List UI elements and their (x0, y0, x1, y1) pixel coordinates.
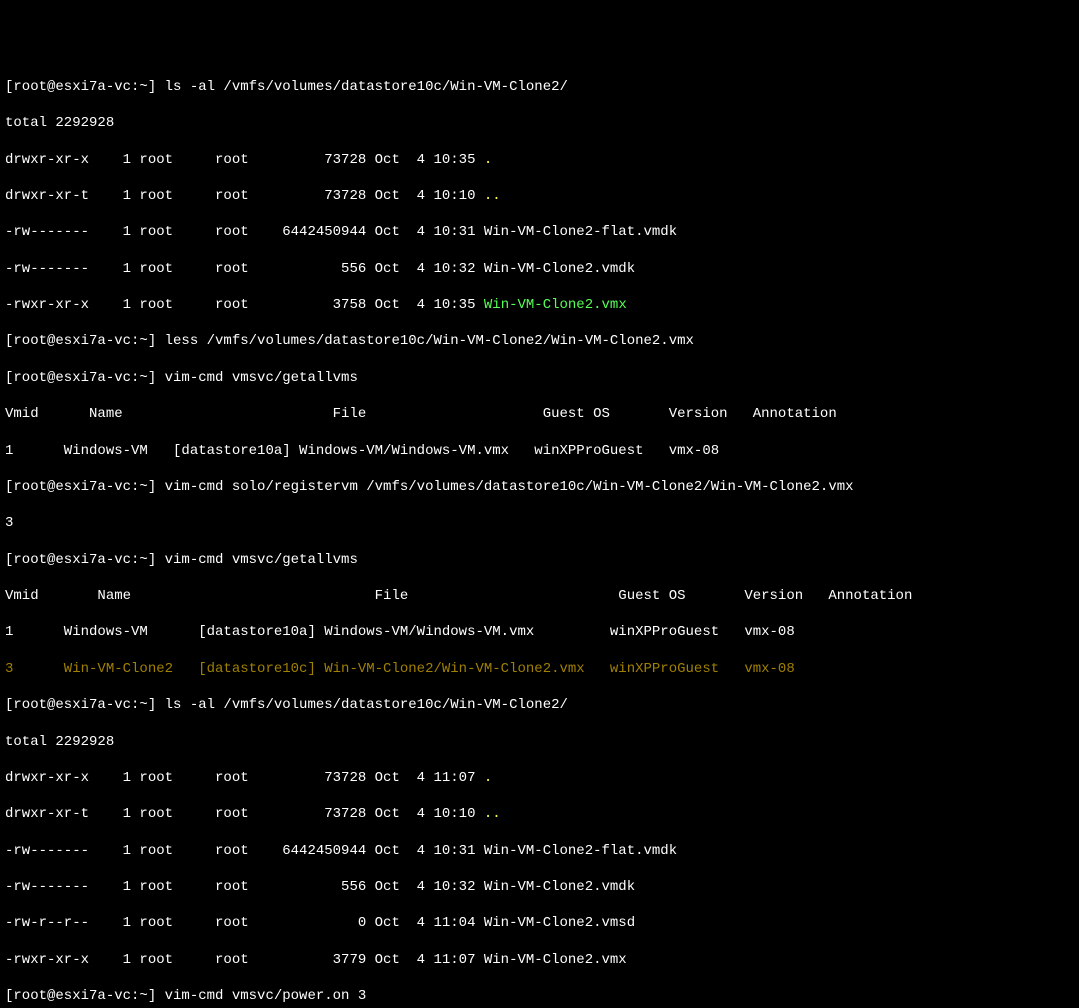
terminal-line-highlighted: 3 Win-VM-Clone2 [datastore10c] Win-VM-Cl… (5, 660, 1074, 678)
terminal-line: drwxr-xr-x 1 root root 73728 Oct 4 11:07… (5, 769, 1074, 787)
terminal-line: -rw------- 1 root root 556 Oct 4 10:32 W… (5, 878, 1074, 896)
ls-entry: drwxr-xr-t 1 root root 73728 Oct 4 10:10 (5, 806, 484, 822)
terminal-line: [root@esxi7a-vc:~] vim-cmd vmsvc/getallv… (5, 369, 1074, 387)
ls-entry: drwxr-xr-t 1 root root 73728 Oct 4 10:10 (5, 188, 484, 204)
dir-dot: . (484, 152, 492, 168)
terminal-line: 3 (5, 514, 1074, 532)
terminal-line: [root@esxi7a-vc:~] vim-cmd solo/register… (5, 478, 1074, 496)
terminal-line: [root@esxi7a-vc:~] vim-cmd vmsvc/getallv… (5, 551, 1074, 569)
terminal-line: -rw------- 1 root root 6442450944 Oct 4 … (5, 842, 1074, 860)
ls-entry: drwxr-xr-x 1 root root 73728 Oct 4 11:07 (5, 770, 484, 786)
dir-dotdot: .. (484, 188, 501, 204)
dir-dotdot: .. (484, 806, 501, 822)
terminal-line: [root@esxi7a-vc:~] ls -al /vmfs/volumes/… (5, 78, 1074, 96)
dir-dot: . (484, 770, 492, 786)
ls-entry: -rwxr-xr-x 1 root root 3758 Oct 4 10:35 (5, 297, 484, 313)
vmx-file-name: Win-VM-Clone2.vmx (484, 297, 627, 313)
terminal-line: Vmid Name File Guest OS Version Annotati… (5, 405, 1074, 423)
terminal-line: -rw------- 1 root root 6442450944 Oct 4 … (5, 223, 1074, 241)
terminal-line: [root@esxi7a-vc:~] vim-cmd vmsvc/power.o… (5, 987, 1074, 1005)
terminal-line: total 2292928 (5, 114, 1074, 132)
terminal-line: drwxr-xr-t 1 root root 73728 Oct 4 10:10… (5, 805, 1074, 823)
terminal-line: drwxr-xr-t 1 root root 73728 Oct 4 10:10… (5, 187, 1074, 205)
terminal-line: -rw-r--r-- 1 root root 0 Oct 4 11:04 Win… (5, 914, 1074, 932)
terminal-line: [root@esxi7a-vc:~] less /vmfs/volumes/da… (5, 332, 1074, 350)
terminal-line: 1 Windows-VM [datastore10a] Windows-VM/W… (5, 623, 1074, 641)
terminal-line: -rwxr-xr-x 1 root root 3758 Oct 4 10:35 … (5, 296, 1074, 314)
terminal-line: drwxr-xr-x 1 root root 73728 Oct 4 10:35… (5, 151, 1074, 169)
terminal-line: 1 Windows-VM [datastore10a] Windows-VM/W… (5, 442, 1074, 460)
ls-entry: drwxr-xr-x 1 root root 73728 Oct 4 10:35 (5, 152, 484, 168)
terminal-line: -rw------- 1 root root 556 Oct 4 10:32 W… (5, 260, 1074, 278)
terminal-line: Vmid Name File Guest OS Version Annotati… (5, 587, 1074, 605)
terminal-line: total 2292928 (5, 733, 1074, 751)
terminal-line: -rwxr-xr-x 1 root root 3779 Oct 4 11:07 … (5, 951, 1074, 969)
terminal-line: [root@esxi7a-vc:~] ls -al /vmfs/volumes/… (5, 696, 1074, 714)
